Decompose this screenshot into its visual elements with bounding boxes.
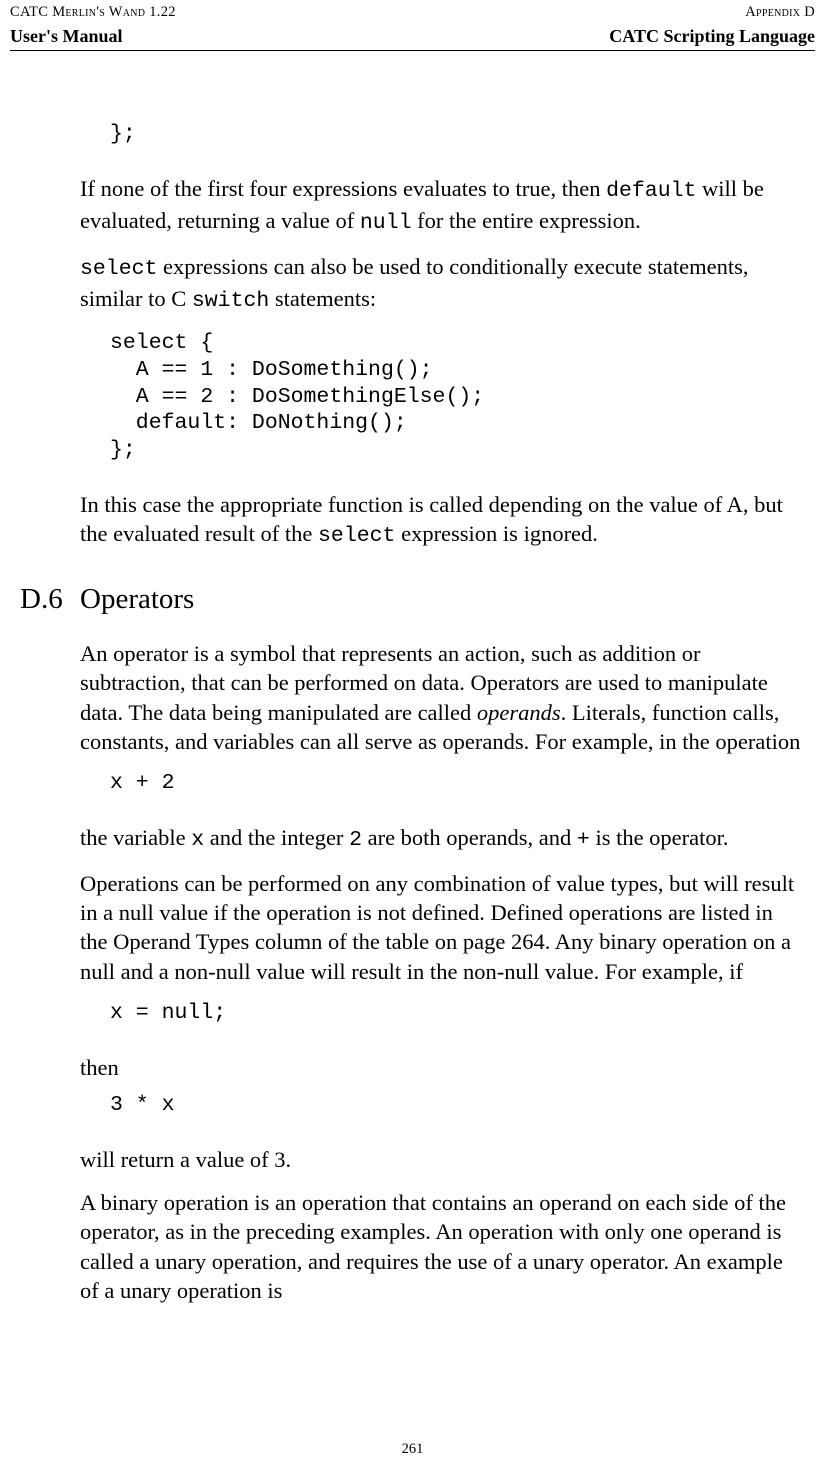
code-block-xplus2: x + 2 [110,770,803,797]
code-block-select: select { A == 1 : DoSomething(); A == 2 … [110,330,803,464]
text-run: expression is ignored. [395,521,597,546]
code-block-threex: 3 * x [110,1092,803,1119]
section-number: D.6 [20,581,80,619]
text-run: the variable [80,825,191,850]
header-top-right: Appendix D [745,3,815,22]
inline-code-default: default [606,179,696,203]
header-second-right: CATC Scripting Language [609,25,815,48]
paragraph-operator-definition: An operator is a symbol that represents … [80,639,803,756]
text-run: statements: [269,286,376,311]
code-block-xnull: x = null; [110,1000,803,1027]
inline-code-null: null [360,211,412,235]
paragraph-return-three: will return a value of 3. [80,1145,803,1174]
paragraph-operands-example: the variable x and the integer 2 are bot… [80,823,803,855]
header-top-left: CATC Merlin's Wand 1.22 [10,3,176,22]
text-run: are both operands, and [362,825,577,850]
header-second-left: User's Manual [10,25,123,48]
paragraph-null-operations: Operations can be performed on any combi… [80,869,803,986]
section-title: Operators [80,581,194,619]
paragraph-default-null: If none of the first four expressions ev… [80,174,803,238]
code-fragment-close-brace: }; [110,121,803,148]
text-run: If none of the first four expressions ev… [80,176,606,201]
inline-code-select: select [80,257,157,281]
page-number: 261 [0,1440,825,1459]
inline-code-plus: + [577,828,590,852]
paragraph-binary-unary: A binary operation is an operation that … [80,1188,803,1305]
text-run: and the integer [204,825,349,850]
header-row-second: User's Manual CATC Scripting Language [0,22,825,50]
page-content: }; If none of the first four expressions… [0,51,825,1305]
inline-code-x: x [191,828,204,852]
paragraph-select-switch: select expressions can also be used to c… [80,252,803,316]
inline-code-switch: switch [192,289,269,313]
text-run: is the operator. [590,825,729,850]
italic-operands: operands [477,700,561,725]
text-run: expressions can also be used to conditio… [80,254,749,311]
section-heading: D.6 Operators [20,581,805,619]
text-run: for the entire expression. [412,208,641,233]
inline-code-select: select [318,524,395,548]
paragraph-then: then [80,1053,803,1082]
paragraph-ignored-result: In this case the appropriate function is… [80,490,803,551]
header-row-top: CATC Merlin's Wand 1.22 Appendix D [0,0,825,22]
inline-code-two: 2 [349,828,362,852]
